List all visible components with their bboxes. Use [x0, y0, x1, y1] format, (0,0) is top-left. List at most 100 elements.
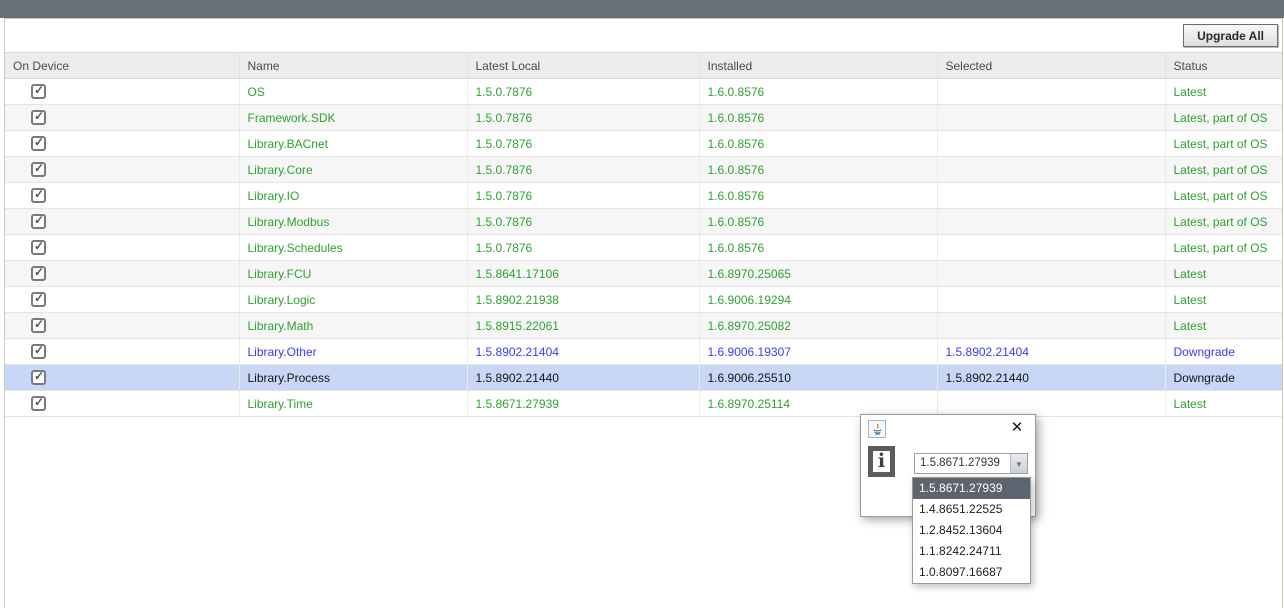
cell-latest-local: 1.5.0.7876 — [467, 209, 699, 235]
cell-selected — [937, 287, 1165, 313]
table-row[interactable]: ✓ Library.Time1.5.8671.279391.6.8970.2511… — [5, 391, 1282, 417]
cell-latest-local: 1.5.0.7876 — [467, 183, 699, 209]
on-device-checkbox[interactable]: ✓ — [31, 396, 46, 411]
cell-selected — [937, 261, 1165, 287]
dropdown-option[interactable]: 1.0.8097.16687 — [913, 562, 1030, 583]
cell-latest-local: 1.5.0.7876 — [467, 235, 699, 261]
on-device-checkbox[interactable]: ✓ — [31, 84, 46, 99]
cell-installed: 1.6.0.8576 — [699, 157, 937, 183]
table-row[interactable]: ✓ Library.IO1.5.0.78761.6.0.8576 Latest, p… — [5, 183, 1282, 209]
table-row[interactable]: ✓Library.Modbus1.5.0.78761.6.0.8576Lates… — [5, 209, 1282, 235]
dropdown-option[interactable]: 1.4.8651.22525 — [913, 499, 1030, 520]
cell-name: Library.Logic — [239, 287, 467, 313]
on-device-checkbox[interactable]: ✓ — [31, 188, 46, 203]
cell-name: Library.Core — [239, 157, 467, 183]
cell-status: Latest — [1165, 287, 1282, 313]
cell-status: Latest, part of OS — [1165, 235, 1282, 261]
version-dropdown-list: 1.5.8671.279391.4.8651.225251.2.8452.136… — [912, 477, 1031, 584]
cell-selected — [937, 209, 1165, 235]
checkmark-icon: ✓ — [34, 109, 44, 123]
checkmark-icon: ✓ — [34, 135, 44, 149]
cell-name: Library.Time — [239, 391, 467, 417]
combobox-value: 1.5.8671.27939 — [920, 454, 1000, 473]
cell-status: Latest, part of OS — [1165, 131, 1282, 157]
cell-status: Latest — [1165, 391, 1282, 417]
checkmark-icon: ✓ — [34, 265, 44, 279]
cell-status: Latest, part of OS — [1165, 105, 1282, 131]
table-row[interactable]: ✓Library.Math1.5.8915.220611.6.8970.2508… — [5, 313, 1282, 339]
on-device-checkbox[interactable]: ✓ — [31, 266, 46, 281]
close-icon[interactable]: ✕ — [1008, 419, 1026, 437]
checkmark-icon: ✓ — [34, 395, 44, 409]
upgrade-all-button[interactable]: Upgrade All — [1183, 24, 1278, 47]
cell-latest-local: 1.5.8902.21404 — [467, 339, 699, 365]
table-row[interactable]: ✓Library.BACnet1.5.0.78761.6.0.8576Lates… — [5, 131, 1282, 157]
dropdown-option[interactable]: 1.1.8242.24711 — [913, 541, 1030, 562]
on-device-checkbox[interactable]: ✓ — [31, 214, 46, 229]
cell-installed: 1.6.0.8576 — [699, 235, 937, 261]
table-row[interactable]: ✓OS1.5.0.78761.6.0.8576Latest — [5, 79, 1282, 105]
cell-status: Latest, part of OS — [1165, 183, 1282, 209]
cell-installed: 1.6.0.8576 — [699, 209, 937, 235]
cell-installed: 1.6.9006.25510 — [699, 365, 937, 391]
cell-selected — [937, 183, 1165, 209]
cell-installed: 1.6.0.8576 — [699, 131, 937, 157]
cell-installed: 1.6.8970.25114 — [699, 391, 937, 417]
cell-status: Latest — [1165, 313, 1282, 339]
cell-name: OS — [239, 79, 467, 105]
on-device-checkbox[interactable]: ✓ — [31, 370, 46, 385]
cell-status: Downgrade — [1165, 365, 1282, 391]
cell-name: Library.Process — [239, 365, 467, 391]
cell-installed: 1.6.0.8576 — [699, 183, 937, 209]
version-combobox[interactable]: 1.5.8671.27939 ▼ — [914, 453, 1028, 474]
on-device-checkbox[interactable]: ✓ — [31, 318, 46, 333]
column-header-name: Name — [239, 53, 467, 79]
table-header-row: On DeviceNameLatest LocalInstalledSelect… — [5, 53, 1282, 79]
info-icon: i — [868, 446, 895, 477]
cell-installed: 1.6.0.8576 — [699, 105, 937, 131]
cell-name: Library.FCU — [239, 261, 467, 287]
table-row[interactable]: ✓Library.FCU1.5.8641.171061.6.8970.25065… — [5, 261, 1282, 287]
cell-selected — [937, 105, 1165, 131]
table-row[interactable]: ✓Framework.SDK1.5.0.78761.6.0.8576Latest… — [5, 105, 1282, 131]
components-table: On DeviceNameLatest LocalInstalledSelect… — [5, 52, 1282, 417]
cell-selected — [937, 157, 1165, 183]
dropdown-option[interactable]: 1.2.8452.13604 — [913, 520, 1030, 541]
cell-name: Library.IO — [239, 183, 467, 209]
table-row[interactable]: ✓ Library.Schedules1.5.0.78761.6.0.8576 La… — [5, 235, 1282, 261]
cell-latest-local: 1.5.8671.27939 — [467, 391, 699, 417]
window-title-bar — [0, 0, 1284, 18]
on-device-checkbox[interactable]: ✓ — [31, 162, 46, 177]
on-device-checkbox[interactable]: ✓ — [31, 136, 46, 151]
cell-status: Latest — [1165, 261, 1282, 287]
on-device-checkbox[interactable]: ✓ — [31, 344, 46, 359]
cell-name: Library.BACnet — [239, 131, 467, 157]
table-row[interactable]: ✓Library.Process1.5.8902.214401.6.9006.2… — [5, 365, 1282, 391]
cell-name: Library.Schedules — [239, 235, 467, 261]
cell-status: Latest — [1165, 79, 1282, 105]
dropdown-option[interactable]: 1.5.8671.27939 — [913, 478, 1030, 499]
on-device-checkbox[interactable]: ✓ — [31, 240, 46, 255]
cell-latest-local: 1.5.0.7876 — [467, 157, 699, 183]
checkmark-icon: ✓ — [34, 83, 44, 97]
cell-name: Library.Other — [239, 339, 467, 365]
checkmark-icon: ✓ — [34, 161, 44, 175]
table-row[interactable]: ✓Library.Core1.5.0.78761.6.0.8576Latest,… — [5, 157, 1282, 183]
cell-latest-local: 1.5.8902.21938 — [467, 287, 699, 313]
table-row[interactable]: ✓Library.Logic1.5.8902.219381.6.9006.192… — [5, 287, 1282, 313]
column-header-installed: Installed — [699, 53, 937, 79]
cell-installed: 1.6.9006.19307 — [699, 339, 937, 365]
cell-installed: 1.6.8970.25065 — [699, 261, 937, 287]
cell-selected — [937, 131, 1165, 157]
cell-installed: 1.6.0.8576 — [699, 79, 937, 105]
table-row[interactable]: ✓Library.Other1.5.8902.214041.6.9006.193… — [5, 339, 1282, 365]
column-header-status: Status — [1165, 53, 1282, 79]
cell-selected: 1.5.8902.21404 — [937, 339, 1165, 365]
column-header-selected: Selected — [937, 53, 1165, 79]
on-device-checkbox[interactable]: ✓ — [31, 110, 46, 125]
checkmark-icon: ✓ — [34, 187, 44, 201]
checkmark-icon: ✓ — [34, 317, 44, 331]
combobox-arrow-button[interactable]: ▼ — [1010, 454, 1027, 473]
on-device-checkbox[interactable]: ✓ — [31, 292, 46, 307]
chevron-down-icon: ▼ — [1015, 460, 1023, 469]
